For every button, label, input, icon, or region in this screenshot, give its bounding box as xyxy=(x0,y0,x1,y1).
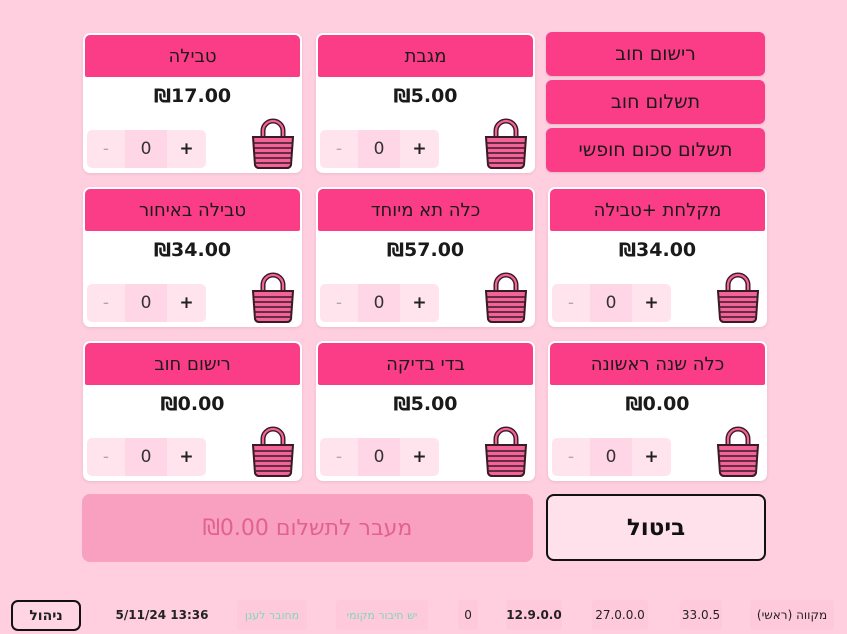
increment-button[interactable]: + xyxy=(400,130,439,168)
version-secondary: 27.0.0.0 xyxy=(592,600,648,630)
register-debt-button[interactable]: רישום חוב xyxy=(546,32,765,76)
quantity-value: 0 xyxy=(125,438,167,476)
quantity-stepper: -0 + xyxy=(87,438,206,476)
quantity-stepper: -0 + xyxy=(320,438,439,476)
decrement-button[interactable]: - xyxy=(320,284,358,322)
shopping-basket-icon[interactable] xyxy=(715,271,761,323)
product-title[interactable]: בדי בדיקה xyxy=(318,343,533,385)
decrement-button[interactable]: - xyxy=(320,438,358,476)
shopping-basket-icon[interactable] xyxy=(715,425,761,477)
product-price: ₪57.00 xyxy=(386,239,465,261)
decrement-button[interactable]: - xyxy=(87,284,125,322)
counter: 0 xyxy=(458,600,478,630)
increment-button[interactable]: + xyxy=(400,438,439,476)
product-title[interactable]: טבילה xyxy=(85,35,300,77)
quantity-stepper: -0 + xyxy=(552,438,671,476)
quantity-stepper: -0 + xyxy=(87,284,206,322)
decrement-button[interactable]: - xyxy=(87,130,125,168)
quantity-value: 0 xyxy=(125,130,167,168)
product-card[interactable]: רישום חוב ₪0.00 -0 + xyxy=(83,341,302,481)
product-title[interactable]: מגבת xyxy=(318,35,533,77)
quantity-stepper: -0 + xyxy=(552,284,671,322)
quantity-value: 0 xyxy=(358,284,400,322)
product-card[interactable]: מגבת ₪5.00 -0 + xyxy=(316,33,535,173)
cancel-button[interactable]: ביטול xyxy=(546,494,766,561)
shopping-basket-icon[interactable] xyxy=(250,271,296,323)
pay-debt-button[interactable]: תשלום חוב xyxy=(546,80,765,124)
product-price: ₪5.00 xyxy=(393,85,458,107)
increment-button[interactable]: + xyxy=(632,438,671,476)
quantity-value: 0 xyxy=(358,438,400,476)
product-card[interactable]: בדי בדיקה ₪5.00 -0 + xyxy=(316,341,535,481)
product-card[interactable]: כלה שנה ראשונה ₪0.00 -0 + xyxy=(548,341,767,481)
product-title[interactable]: רישום חוב xyxy=(85,343,300,385)
increment-button[interactable]: + xyxy=(167,284,206,322)
product-card[interactable]: טבילה ₪17.00 -0 + xyxy=(83,33,302,173)
shopping-basket-icon[interactable] xyxy=(483,117,529,169)
product-price: ₪34.00 xyxy=(153,239,232,261)
proceed-to-payment-button[interactable]: מעבר לתשלום ₪0.00 xyxy=(82,494,533,562)
product-title[interactable]: כלה שנה ראשונה xyxy=(550,343,765,385)
product-title[interactable]: מקלחת +טבילה xyxy=(550,189,765,231)
product-price: ₪17.00 xyxy=(153,85,232,107)
pay-free-amount-button[interactable]: תשלום סכום חופשי xyxy=(546,128,765,172)
shopping-basket-icon[interactable] xyxy=(483,425,529,477)
manage-button[interactable]: ניהול xyxy=(11,600,81,631)
product-price: ₪5.00 xyxy=(393,393,458,415)
decrement-button[interactable]: - xyxy=(320,130,358,168)
decrement-button[interactable]: - xyxy=(87,438,125,476)
shopping-basket-icon[interactable] xyxy=(250,117,296,169)
product-title[interactable]: טבילה באיחור xyxy=(85,189,300,231)
increment-button[interactable]: + xyxy=(632,284,671,322)
increment-button[interactable]: + xyxy=(400,284,439,322)
decrement-button[interactable]: - xyxy=(552,284,590,322)
quantity-stepper: -0 + xyxy=(87,130,206,168)
increment-button[interactable]: + xyxy=(167,130,206,168)
local-connection-status: יש חיבור מקומי xyxy=(336,600,428,630)
version-tertiary: 33.0.5 xyxy=(680,600,722,630)
increment-button[interactable]: + xyxy=(167,438,206,476)
quantity-stepper: -0 + xyxy=(320,284,439,322)
shopping-basket-icon[interactable] xyxy=(250,425,296,477)
product-title[interactable]: כלה תא מיוחד xyxy=(318,189,533,231)
product-card[interactable]: מקלחת +טבילה ₪34.00 -0 + xyxy=(548,187,767,327)
product-card[interactable]: טבילה באיחור ₪34.00 -0 + xyxy=(83,187,302,327)
product-price: ₪34.00 xyxy=(618,239,697,261)
status-bar: 13:36 5/11/24 מחובר לענן יש חיבור מקומי … xyxy=(0,594,847,634)
decrement-button[interactable]: - xyxy=(552,438,590,476)
location-label: מקווה (ראשי) xyxy=(750,600,834,630)
quantity-value: 0 xyxy=(125,284,167,322)
shopping-basket-icon[interactable] xyxy=(483,271,529,323)
quantity-value: 0 xyxy=(590,284,632,322)
product-card[interactable]: כלה תא מיוחד ₪57.00 -0 + xyxy=(316,187,535,327)
quantity-value: 0 xyxy=(358,130,400,168)
cloud-status: מחובר לענן xyxy=(237,600,307,630)
datetime: 13:36 5/11/24 xyxy=(115,608,209,622)
product-price: ₪0.00 xyxy=(160,393,225,415)
quantity-value: 0 xyxy=(590,438,632,476)
product-price: ₪0.00 xyxy=(625,393,690,415)
quantity-stepper: -0 + xyxy=(320,130,439,168)
version: 12.9.0.0 xyxy=(506,600,562,630)
